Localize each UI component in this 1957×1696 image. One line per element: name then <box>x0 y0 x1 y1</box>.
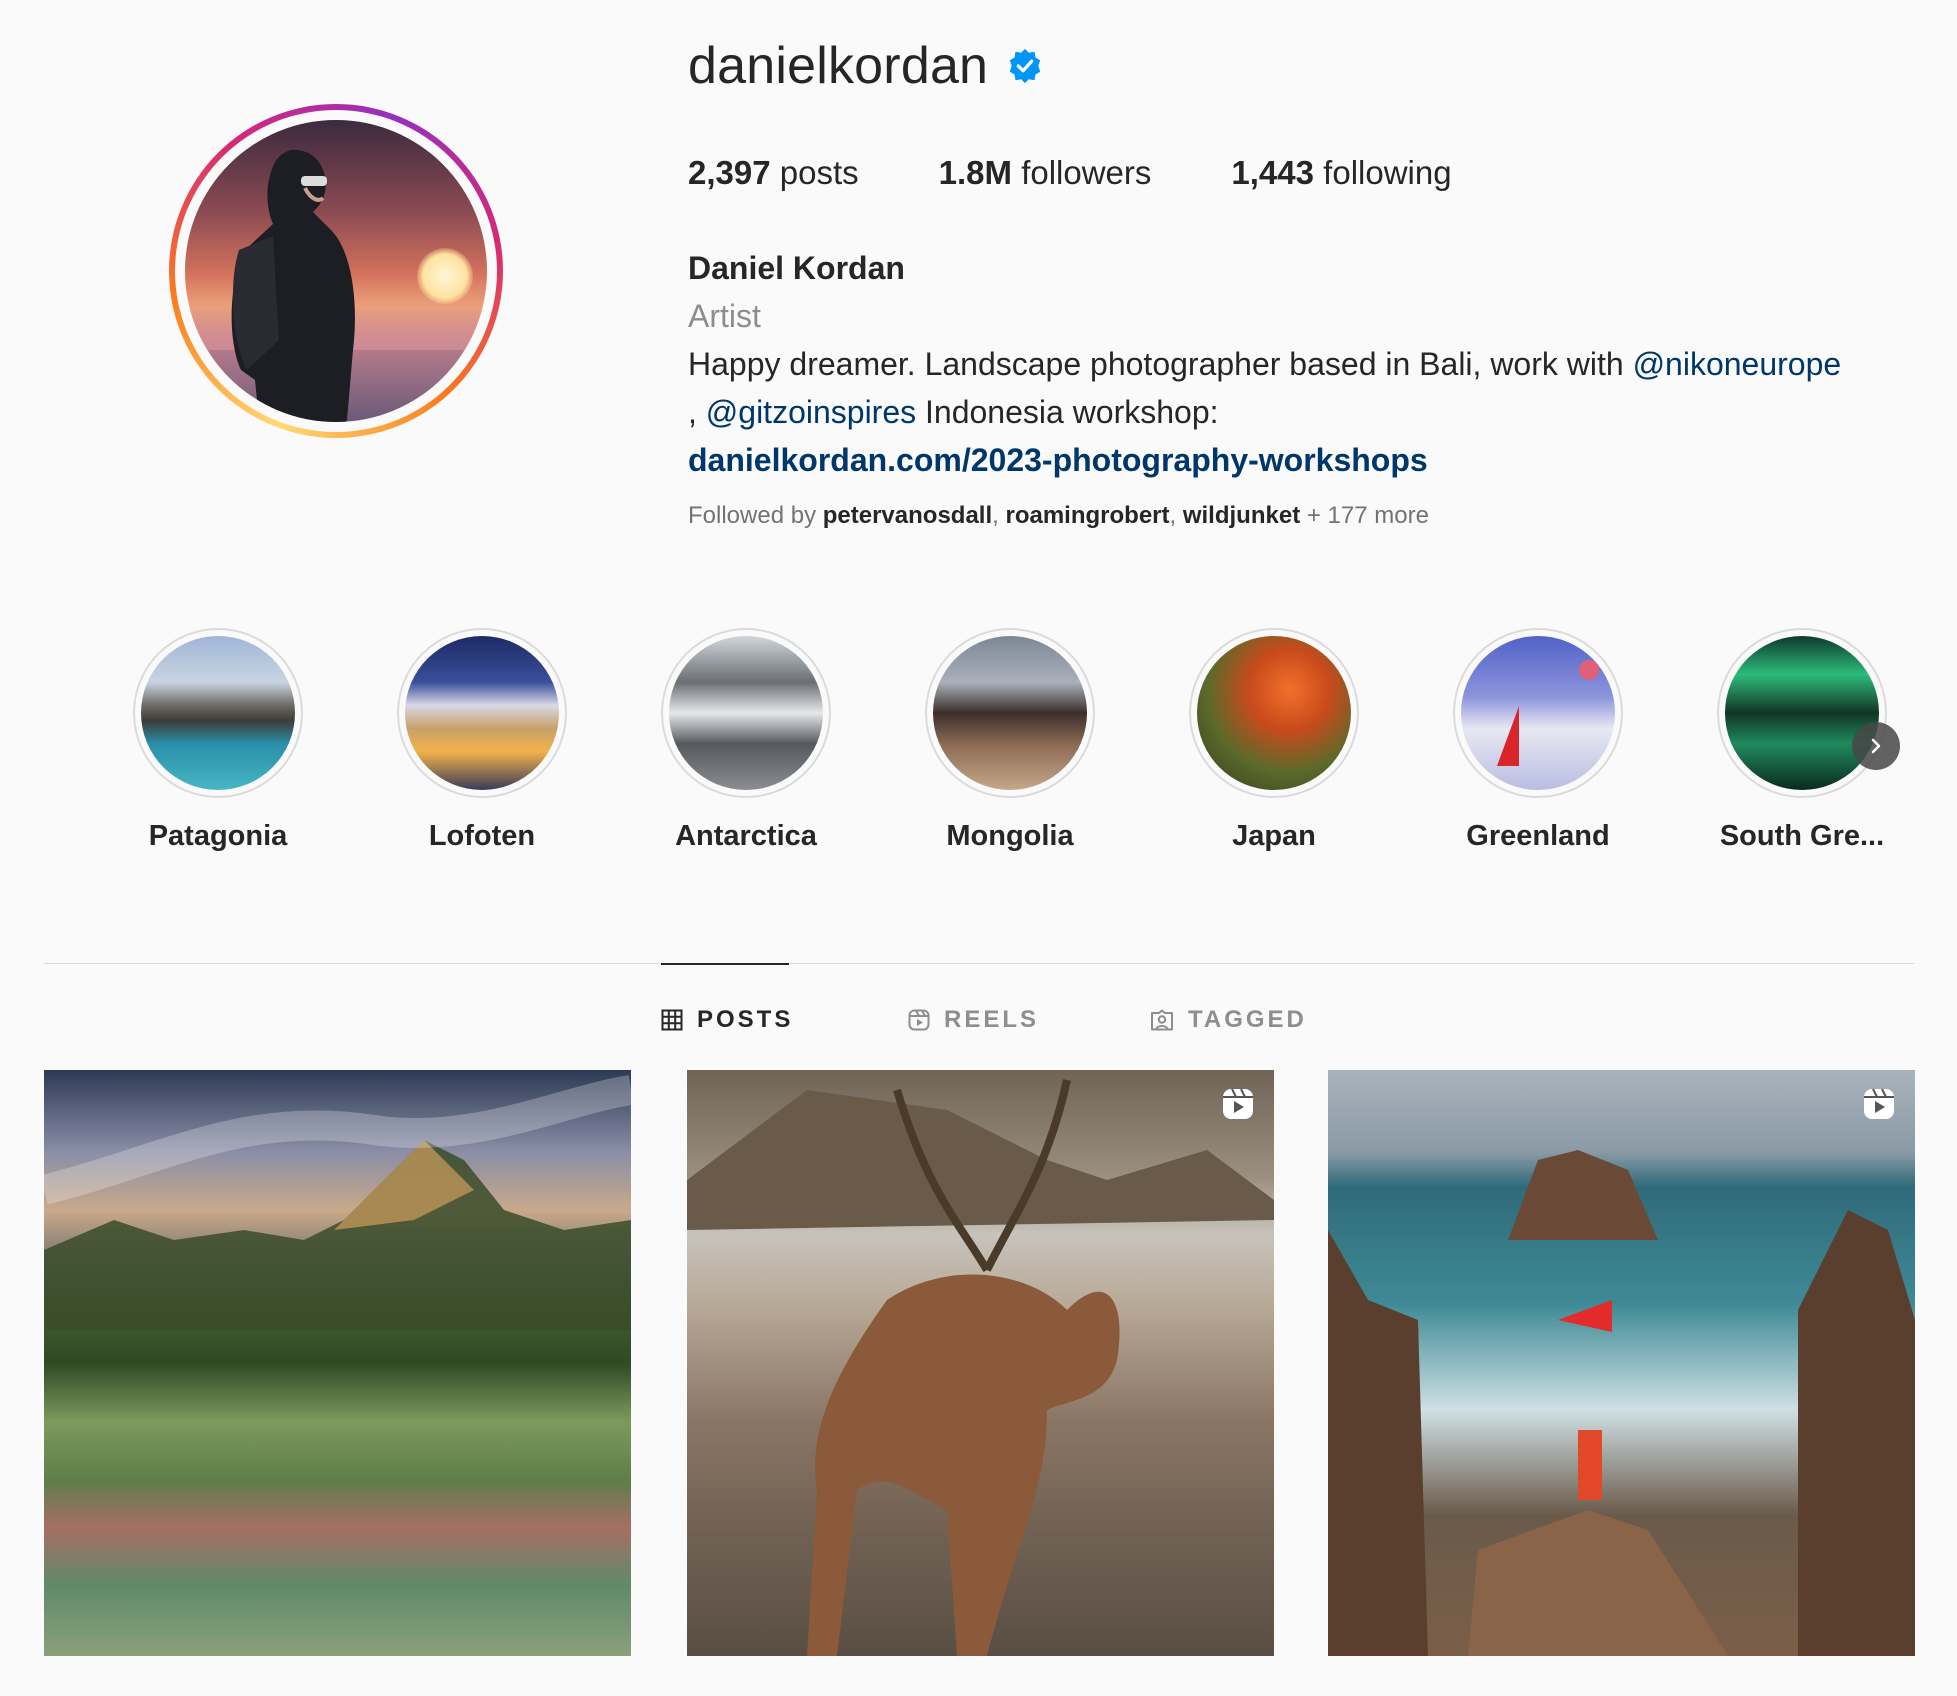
profile-category: Artist <box>688 298 761 334</box>
highlight-ring <box>661 628 831 798</box>
story-highlights: Patagonia Lofoten Antarctica Mongolia Ja… <box>133 628 1893 868</box>
tab-reels-label: REELS <box>944 1006 1040 1033</box>
followers-count: 1.8M <box>938 154 1013 191</box>
separator: , <box>992 502 1006 529</box>
bio-text-part: Indonesia workshop: <box>916 394 1219 430</box>
highlight-cover <box>1461 636 1615 790</box>
active-tab-indicator <box>661 963 789 965</box>
posts-label: posts <box>779 154 859 191</box>
reels-icon <box>908 1009 930 1031</box>
tagged-user-icon <box>1151 1009 1173 1031</box>
moon-shape <box>1579 660 1599 680</box>
profile-username: danielkordan <box>688 37 989 95</box>
highlight-ring <box>1189 628 1359 798</box>
highlight-cover <box>933 636 1087 790</box>
highlight-cover <box>405 636 559 790</box>
avatar-person <box>231 149 355 422</box>
highlight-label: Antarctica <box>675 820 817 852</box>
sailboat-shape <box>1497 706 1519 766</box>
profile-stats: 2,397 posts 1.8M followers 1,443 followi… <box>688 154 1532 192</box>
profile-bio: Daniel Kordan Artist Happy dreamer. Land… <box>688 244 1928 484</box>
highlight-lofoten[interactable]: Lofoten <box>397 628 567 853</box>
highlight-ring <box>133 628 303 798</box>
profile-full-name: Daniel Kordan <box>688 250 905 286</box>
reel-icon <box>1223 1088 1253 1119</box>
tab-posts-label: POSTS <box>697 1006 794 1033</box>
highlight-cover <box>1725 636 1879 790</box>
following-count: 1,443 <box>1231 154 1314 191</box>
follower-username[interactable]: petervanosdall <box>823 502 992 529</box>
separator: , <box>1169 502 1183 529</box>
following-stat[interactable]: 1,443 following <box>1231 154 1451 192</box>
post-image-mountains <box>44 1075 631 1330</box>
highlight-label: Japan <box>1232 820 1316 852</box>
highlight-ring <box>1717 628 1887 798</box>
post-thumbnail[interactable] <box>687 1070 1274 1656</box>
mention-link-nikoneurope[interactable]: @nikoneurope <box>1633 346 1842 382</box>
follower-username[interactable]: wildjunket <box>1183 502 1300 529</box>
reel-icon <box>1864 1088 1894 1119</box>
posts-count: 2,397 <box>688 154 771 191</box>
highlight-label: Lofoten <box>428 820 536 852</box>
avatar-sun <box>417 248 473 304</box>
post-image-coast <box>1328 1150 1915 1656</box>
highlight-ring <box>925 628 1095 798</box>
follower-username[interactable]: roamingrobert <box>1005 502 1169 529</box>
chevron-right-icon <box>1871 738 1881 754</box>
followers-label: followers <box>1021 154 1152 191</box>
highlight-greenland[interactable]: Greenland <box>1453 628 1623 853</box>
followers-stat[interactable]: 1.8M followers <box>939 154 1152 192</box>
highlight-cover <box>1197 636 1351 790</box>
avatar-inner <box>175 110 497 432</box>
highlight-patagonia[interactable]: Patagonia <box>133 628 303 853</box>
profile-avatar[interactable] <box>169 104 503 438</box>
bio-text-part: Happy dreamer. Landscape photographer ba… <box>688 346 1633 382</box>
highlight-cover <box>669 636 823 790</box>
highlight-japan[interactable]: Japan <box>1189 628 1359 853</box>
highlight-label: Patagonia <box>148 820 288 852</box>
highlight-mongolia[interactable]: Mongolia <box>925 628 1095 853</box>
avatar-image <box>185 120 487 422</box>
profile-tabs: POSTS REELS TAGGED <box>0 1002 1957 1042</box>
highlight-label: Mongolia <box>946 820 1074 852</box>
following-label: following <box>1323 154 1452 191</box>
highlight-ring <box>397 628 567 798</box>
website-link[interactable]: danielkordan.com/2023-photography-worksh… <box>688 442 1428 478</box>
followed-by-prefix: Followed by <box>688 502 823 529</box>
highlight-label: Greenland <box>1466 820 1610 852</box>
post-thumbnail[interactable] <box>44 1070 631 1656</box>
highlight-ring <box>1453 628 1623 798</box>
username-row: danielkordan <box>688 36 1044 96</box>
grid-icon <box>661 1009 683 1031</box>
posts-count-stat: 2,397 posts <box>688 154 859 192</box>
tab-tagged-label: TAGGED <box>1188 1006 1307 1033</box>
highlights-next-button[interactable] <box>1852 722 1900 770</box>
tabs-divider <box>44 963 1914 964</box>
mention-link-gitzoinspires[interactable]: @gitzoinspires <box>706 394 916 430</box>
tab-posts[interactable]: POSTS <box>661 1006 793 1034</box>
bio-text: Happy dreamer. Landscape photographer ba… <box>688 340 1928 436</box>
tab-reels[interactable]: REELS <box>908 1006 1039 1034</box>
highlight-antarctica[interactable]: Antarctica <box>661 628 831 853</box>
bio-text-part: , <box>688 394 706 430</box>
verified-badge-icon <box>1009 48 1041 84</box>
post-image-deer <box>687 1079 1274 1656</box>
post-thumbnail[interactable] <box>1328 1070 1915 1656</box>
highlight-cover <box>141 636 295 790</box>
tab-tagged[interactable]: TAGGED <box>1150 1006 1307 1034</box>
followed-by[interactable]: Followed by petervanosdall, roamingrober… <box>688 502 1429 530</box>
followed-by-more: + 177 more <box>1300 502 1429 529</box>
highlight-label: South Gre... <box>1719 820 1885 852</box>
